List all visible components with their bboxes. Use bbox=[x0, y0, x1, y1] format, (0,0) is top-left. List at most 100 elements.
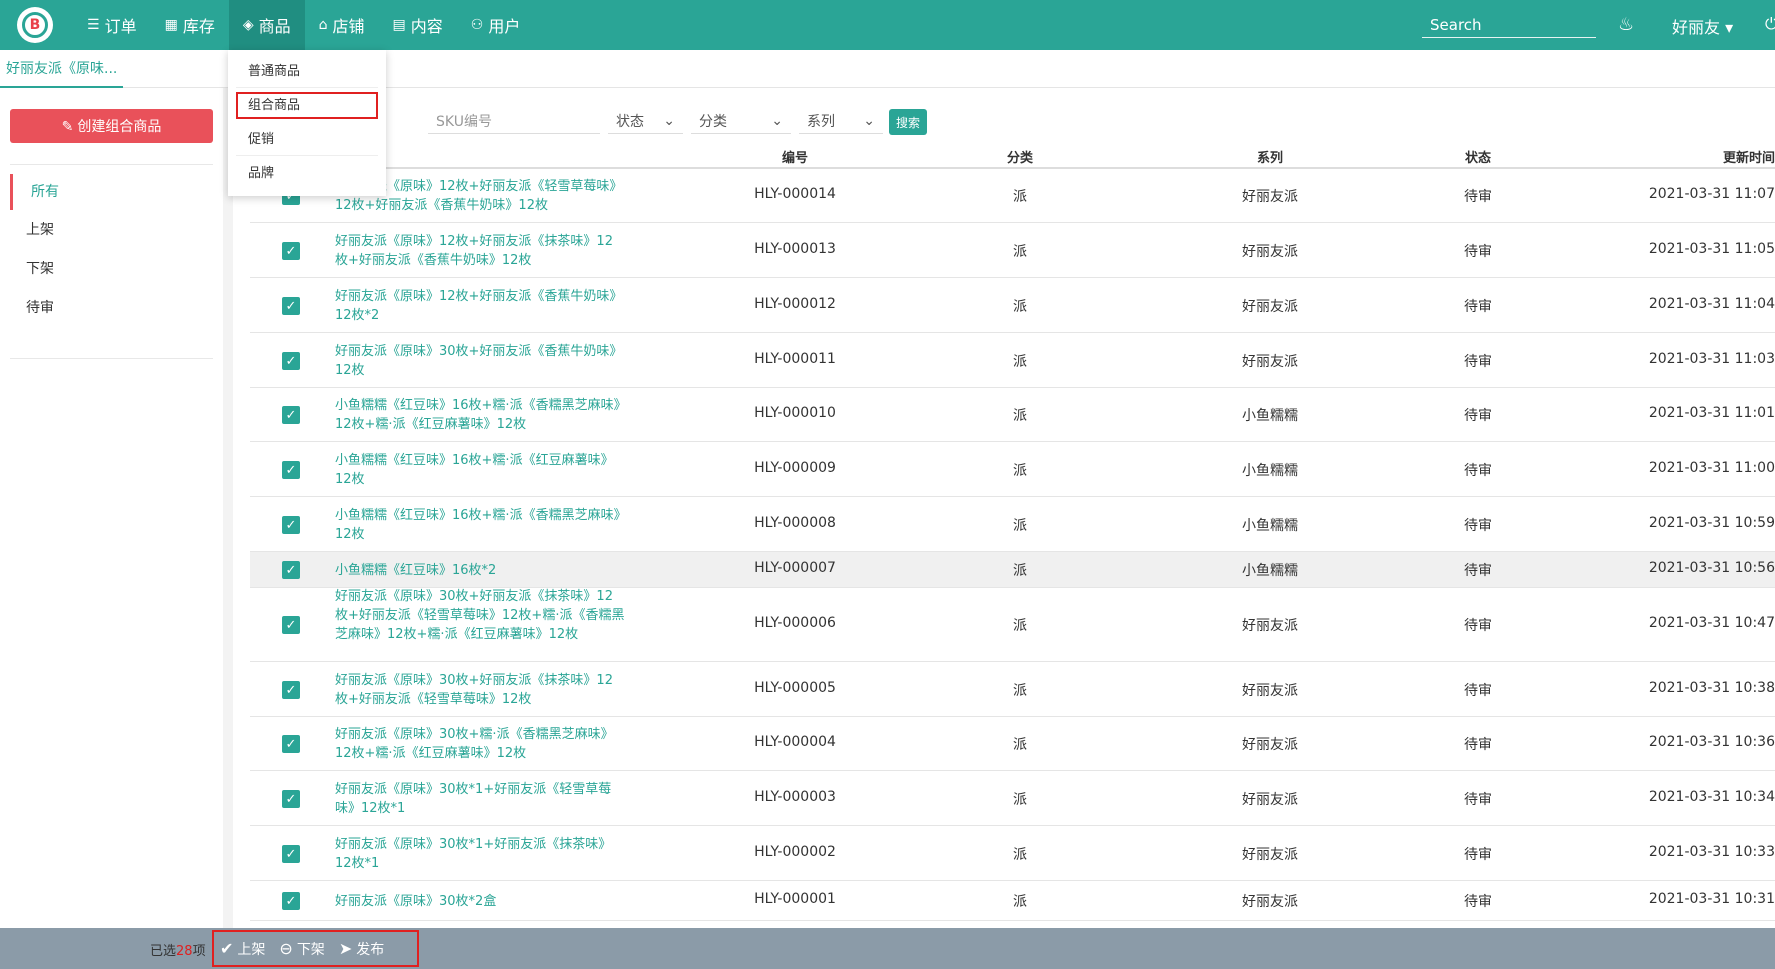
cell-status: 待审 bbox=[1464, 518, 1492, 534]
col-series[interactable]: 系列 bbox=[1225, 147, 1315, 166]
nav-products[interactable]: ◈ 商品 bbox=[228, 0, 305, 50]
product-name-link[interactable]: 好丽友派《原味》30枚*1+好丽友派《抹茶味》12枚*1 bbox=[335, 835, 625, 873]
row-checkbox[interactable]: ✓ bbox=[282, 561, 300, 579]
cell-code: HLY-000008 bbox=[754, 515, 836, 531]
search-input[interactable] bbox=[1422, 12, 1596, 37]
table-row[interactable]: ✓ 好丽友派《原味》30枚+好丽友派《抹茶味》12枚+好丽友派《轻雪草莓味》12枚… bbox=[250, 588, 1775, 662]
product-name-link[interactable]: 小鱼糯糯《红豆味》16枚+糯·派《香糯黑芝麻味》12枚+糯·派《红豆麻薯味》12… bbox=[335, 396, 625, 434]
row-checkbox[interactable]: ✓ bbox=[282, 616, 300, 634]
row-checkbox[interactable]: ✓ bbox=[282, 845, 300, 863]
row-checkbox[interactable]: ✓ bbox=[282, 790, 300, 808]
cell-series: 好丽友派 bbox=[1242, 299, 1298, 315]
nav-inventory[interactable]: ▦ 库存 bbox=[151, 0, 229, 50]
table-row[interactable]: ✓ 小鱼糯糯《红豆味》16枚+糯·派《香糯黑芝麻味》12枚+糯·派《红豆麻薯味》1… bbox=[250, 388, 1775, 442]
row-checkbox[interactable]: ✓ bbox=[282, 892, 300, 910]
product-name-link[interactable]: 好丽友派《原味》30枚+好丽友派《香蕉牛奶味》12枚 bbox=[335, 342, 625, 380]
publish-button[interactable]: ➤ 发布 bbox=[339, 939, 384, 959]
cell-status: 待审 bbox=[1464, 737, 1492, 753]
alarm-icon[interactable]: ♨ bbox=[1618, 14, 1634, 35]
nav-stores[interactable]: ⌂ 店铺 bbox=[305, 0, 379, 50]
list-button[interactable]: ✔ 上架 bbox=[220, 939, 265, 959]
cell-code: HLY-000012 bbox=[754, 296, 836, 312]
cell-status: 待审 bbox=[1464, 354, 1492, 370]
sku-input[interactable]: SKU编号 bbox=[428, 108, 600, 134]
nav-content[interactable]: ▤ 内容 bbox=[379, 0, 457, 50]
table-row[interactable]: ✓ 好丽友派《原味》12枚+好丽友派《抹茶味》12枚+好丽友派《香蕉牛奶味》12枚… bbox=[250, 224, 1775, 278]
table-row[interactable]: ✓ 好丽友派《原味》30枚*1+好丽友派《抹茶味》12枚*1 HLY-000002 派… bbox=[250, 826, 1775, 881]
list-label: 上架 bbox=[237, 941, 266, 958]
row-checkbox[interactable]: ✓ bbox=[282, 352, 300, 370]
col-code[interactable]: 编号 bbox=[750, 147, 840, 166]
row-checkbox[interactable]: ✓ bbox=[282, 681, 300, 699]
nav-users[interactable]: ⚇ 用户 bbox=[457, 0, 535, 50]
product-name-link[interactable]: 好丽友派《原味》30枚*2盒 bbox=[335, 892, 625, 911]
product-name-link[interactable]: 好丽友派《原味》12枚+好丽友派《香蕉牛奶味》12枚*2 bbox=[335, 287, 625, 325]
cell-series: 好丽友派 bbox=[1242, 847, 1298, 863]
table-row[interactable]: ✓ 小鱼糯糯《红豆味》16枚+糯·派《香糯黑芝麻味》12枚 HLY-000008 派 小… bbox=[250, 497, 1775, 552]
row-checkbox[interactable]: ✓ bbox=[282, 297, 300, 315]
series-select[interactable]: 系列 ⌄ bbox=[799, 108, 883, 134]
product-name-link[interactable]: 小鱼糯糯《红豆味》16枚+糯·派《红豆麻薯味》12枚 bbox=[335, 451, 625, 489]
tab-current[interactable]: 好丽友派《原味... bbox=[0, 50, 124, 88]
cell-updated: 2021-03-31 11:01 bbox=[1648, 405, 1775, 421]
status-select[interactable]: 状态 ⌄ bbox=[608, 108, 683, 134]
table-row[interactable]: ✓ 好丽友派《原味》30枚*1+好丽友派《轻雪草莓味》12枚*1 HLY-00000… bbox=[250, 771, 1775, 826]
search-button[interactable]: 搜索 bbox=[889, 109, 927, 135]
cell-updated: 2021-03-31 10:31 bbox=[1648, 891, 1775, 907]
row-checkbox[interactable]: ✓ bbox=[282, 516, 300, 534]
cell-category: 派 bbox=[1013, 737, 1027, 753]
check-circle-icon: ✔ bbox=[220, 939, 234, 958]
cell-category: 派 bbox=[1013, 244, 1027, 260]
col-updated[interactable]: 更新时间 bbox=[1665, 147, 1775, 166]
table-row[interactable]: ✓ 好丽友派《原味》30枚*2盒 HLY-000001 派 好丽友派 待审 2021-03-… bbox=[250, 881, 1775, 921]
user-menu[interactable]: 好丽友 ▾ bbox=[1672, 14, 1733, 38]
publish-label: 发布 bbox=[356, 941, 385, 958]
nav-orders[interactable]: ☰ 订单 bbox=[73, 0, 151, 50]
list-icon: ☰ bbox=[87, 17, 100, 33]
row-checkbox[interactable]: ✓ bbox=[282, 242, 300, 260]
product-name-link[interactable]: 好丽友派《原味》30枚+好丽友派《抹茶味》12枚+好丽友派《轻雪草莓味》12枚 bbox=[335, 671, 625, 709]
product-name-link[interactable]: 小鱼糯糯《红豆味》16枚*2 bbox=[335, 561, 625, 580]
table-row[interactable]: ✓ 好丽友派《原味》30枚+糯·派《香糯黑芝麻味》12枚+糯·派《红豆麻薯味》12… bbox=[250, 717, 1775, 771]
col-category[interactable]: 分类 bbox=[975, 147, 1065, 166]
cell-code: HLY-000005 bbox=[754, 680, 836, 696]
product-name-link[interactable]: 好丽友派《原味》12枚+好丽友派《抹茶味》12枚+好丽友派《香蕉牛奶味》12枚 bbox=[335, 232, 625, 270]
cell-category: 派 bbox=[1013, 894, 1027, 910]
category-select[interactable]: 分类 ⌄ bbox=[691, 108, 791, 134]
cell-code: HLY-000009 bbox=[754, 460, 836, 476]
row-checkbox[interactable]: ✓ bbox=[282, 461, 300, 479]
app-logo[interactable]: B bbox=[17, 7, 53, 43]
cell-category: 派 bbox=[1013, 683, 1027, 699]
row-checkbox[interactable]: ✓ bbox=[282, 406, 300, 424]
cell-status: 待审 bbox=[1464, 189, 1492, 205]
delist-button[interactable]: ⊖ 下架 bbox=[279, 939, 324, 959]
table-row[interactable]: ✓ 好丽友派《原味》30枚+好丽友派《抹茶味》12枚+好丽友派《轻雪草莓味》12枚… bbox=[250, 662, 1775, 717]
product-name-link[interactable]: 小鱼糯糯《红豆味》16枚+糯·派《香糯黑芝麻味》12枚 bbox=[335, 506, 625, 544]
sidebar-item-pending[interactable]: 待审 bbox=[10, 290, 210, 326]
row-checkbox[interactable]: ✓ bbox=[282, 735, 300, 753]
table-row[interactable]: ✓ 小鱼糯糯《红豆味》16枚*2 HLY-000007 派 小鱼糯糯 待审 2021-03-… bbox=[250, 552, 1775, 588]
table-row[interactable]: ✓ 好丽友派《原味》12枚+好丽友派《香蕉牛奶味》12枚*2 HLY-000012 派… bbox=[250, 278, 1775, 333]
cell-status: 待审 bbox=[1464, 792, 1492, 808]
table-row[interactable]: ✓ 小鱼糯糯《红豆味》16枚+糯·派《红豆麻薯味》12枚 HLY-000009 派 小鱼… bbox=[250, 442, 1775, 497]
sidebar-item-delisted[interactable]: 下架 bbox=[10, 251, 210, 287]
menu-item-normal-products[interactable]: 普通商品 bbox=[236, 56, 378, 88]
cell-category: 派 bbox=[1013, 563, 1027, 579]
cell-category: 派 bbox=[1013, 518, 1027, 534]
table-row[interactable]: ✓ 好丽友派《原味》12枚+好丽友派《轻雪草莓味》12枚+好丽友派《香蕉牛奶味》1… bbox=[250, 169, 1775, 223]
product-name-link[interactable]: 好丽友派《原味》30枚*1+好丽友派《轻雪草莓味》12枚*1 bbox=[335, 780, 625, 818]
delist-label: 下架 bbox=[296, 941, 325, 958]
sidebar-item-all[interactable]: 所有 bbox=[10, 174, 210, 210]
product-name-link[interactable]: 好丽友派《原味》30枚+好丽友派《抹茶味》12枚+好丽友派《轻雪草莓味》12枚+… bbox=[335, 587, 625, 644]
sidebar-item-listed[interactable]: 上架 bbox=[10, 212, 210, 248]
table-row[interactable]: ✓ 好丽友派《原味》30枚+好丽友派《香蕉牛奶味》12枚 HLY-000011 派 好丽… bbox=[250, 333, 1775, 388]
col-status[interactable]: 状态 bbox=[1433, 147, 1523, 166]
power-icon[interactable]: ⏻ bbox=[1765, 14, 1775, 34]
create-combo-button[interactable]: ✎ 创建组合商品 bbox=[10, 109, 213, 143]
product-name-link[interactable]: 好丽友派《原味》30枚+糯·派《香糯黑芝麻味》12枚+糯·派《红豆麻薯味》12枚 bbox=[335, 725, 625, 763]
divider bbox=[10, 164, 213, 165]
cell-code: HLY-000004 bbox=[754, 734, 836, 750]
menu-item-combo-products[interactable]: 组合商品 bbox=[236, 92, 378, 119]
menu-item-brands[interactable]: 品牌 bbox=[236, 158, 378, 190]
menu-item-promotions[interactable]: 促销 bbox=[236, 124, 378, 156]
